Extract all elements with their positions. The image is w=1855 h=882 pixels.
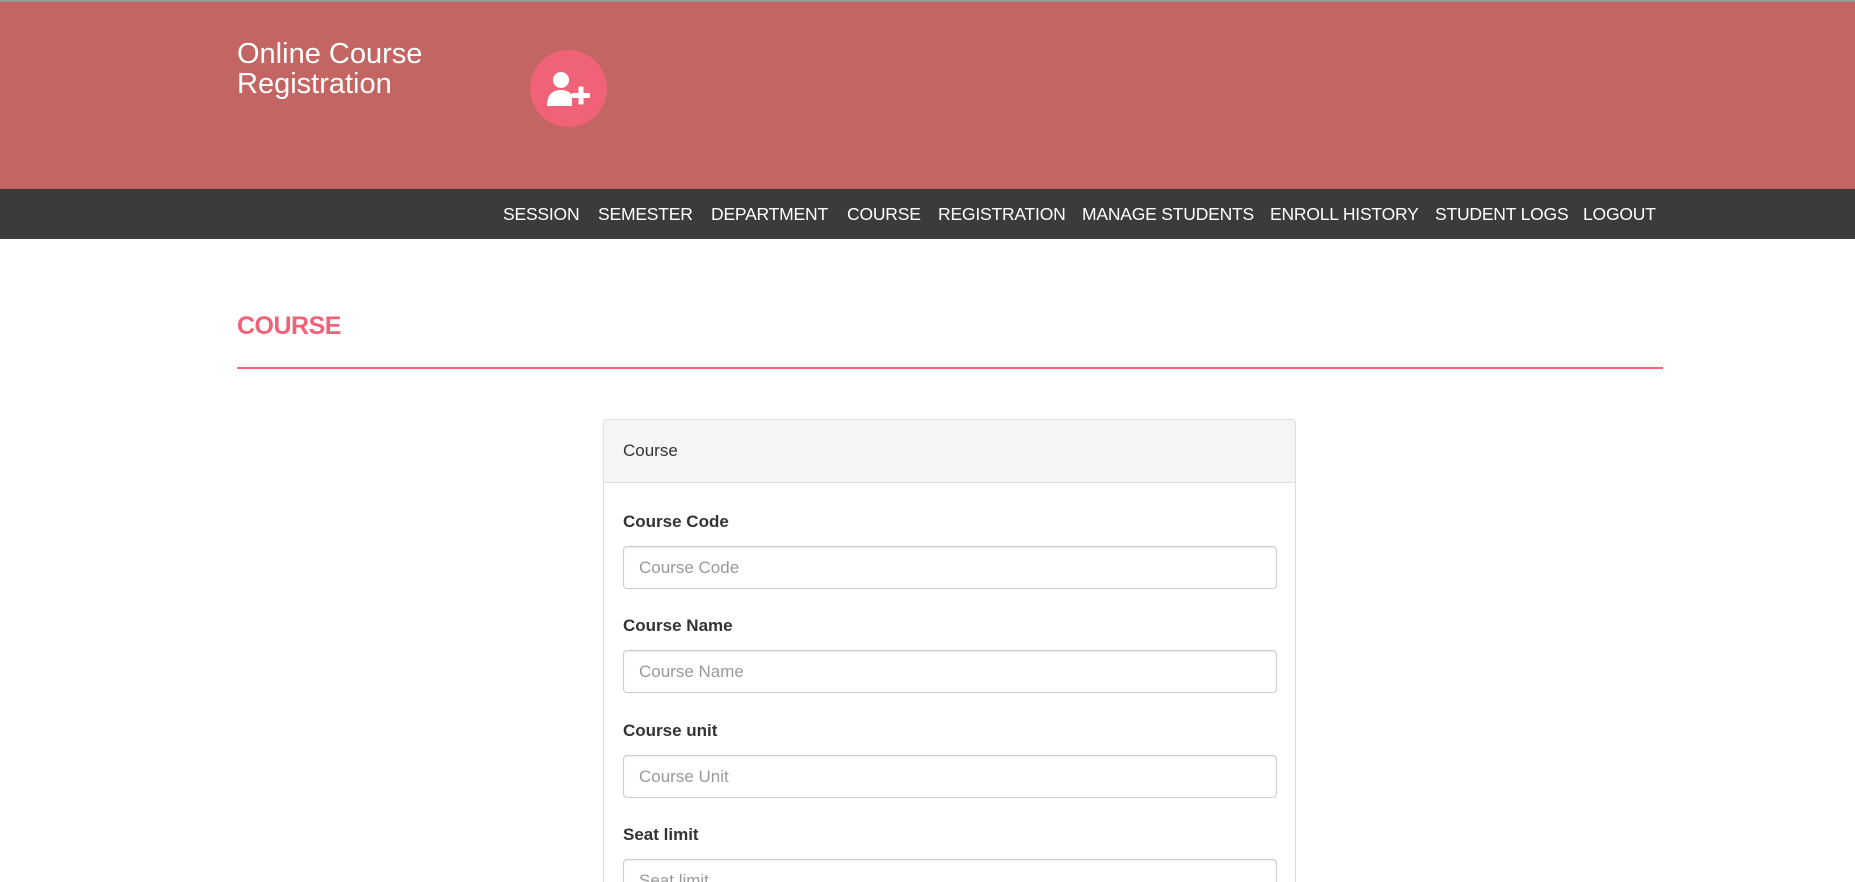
seat-limit-label: Seat limit [623,825,699,844]
user-plus-icon-glyph [546,71,590,106]
nav-item-student-logs[interactable]: STUDENT LOGS [1435,189,1569,239]
page-title: COURSE [237,312,341,340]
course-unit-label: Course unit [623,721,718,740]
course-code-input[interactable] [623,546,1277,589]
panel-heading: Course [604,420,1295,483]
nav-item-enroll-history[interactable]: ENROLL HISTORY [1270,189,1419,239]
course-code-label: Course Code [623,512,729,531]
course-form-panel: Course Course Code Course Name Course un… [603,419,1296,882]
nav-item-logout[interactable]: LOGOUT [1583,189,1656,239]
brand-title[interactable]: Online Course Registration [237,39,497,99]
title-divider [237,367,1663,369]
nav-item-semester[interactable]: SEMESTER [598,189,693,239]
panel-title: Course [623,441,678,460]
nav-item-department[interactable]: DEPARTMENT [711,189,828,239]
nav-item-session[interactable]: SESSION [503,189,580,239]
nav-item-registration[interactable]: REGISTRATION [938,189,1066,239]
course-unit-input[interactable] [623,755,1277,798]
user-plus-icon [530,50,607,127]
seat-limit-input[interactable] [623,859,1277,882]
course-name-label: Course Name [623,616,733,635]
site-header: Online Course Registration [0,2,1855,189]
main-navbar: SESSION SEMESTER DEPARTMENT COURSE REGIS… [0,189,1855,239]
course-name-input[interactable] [623,650,1277,693]
nav-item-course[interactable]: COURSE [847,189,921,239]
nav-item-manage-students[interactable]: MANAGE STUDENTS [1082,189,1254,239]
nav-menu: SESSION SEMESTER DEPARTMENT COURSE REGIS… [0,189,1855,239]
